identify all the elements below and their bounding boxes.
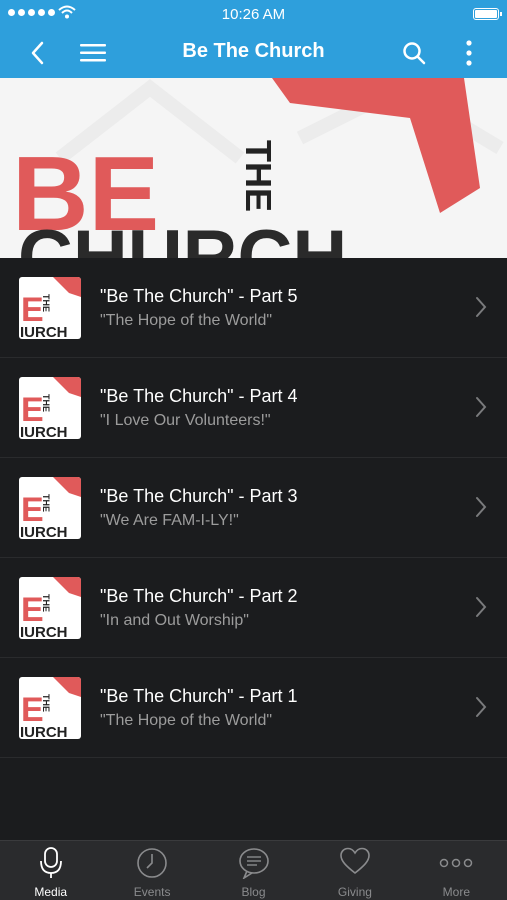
tab-bar: Media Events Blog Giving More <box>0 840 507 900</box>
chevron-right-icon <box>476 497 487 517</box>
chevron-right-icon <box>476 697 487 717</box>
microphone-icon <box>39 847 62 878</box>
tab-label: Blog <box>241 885 266 899</box>
svg-text:IURCH: IURCH <box>20 424 68 439</box>
more-options-button[interactable] <box>454 38 484 68</box>
item-title: "Be The Church" - Part 4 <box>100 386 298 406</box>
chevron-right-icon <box>476 597 487 617</box>
item-title: "Be The Church" - Part 3 <box>100 486 298 506</box>
item-title: "Be The Church" - Part 2 <box>100 586 298 606</box>
svg-text:THE: THE <box>41 294 51 312</box>
item-title: "Be The Church" - Part 5 <box>100 286 298 306</box>
battery-icon <box>473 8 502 20</box>
tab-label: Giving <box>337 885 372 899</box>
tab-more[interactable]: More <box>406 841 507 900</box>
tab-label: More <box>442 885 470 899</box>
tab-giving[interactable]: Giving <box>304 841 405 900</box>
page-title: Be The Church <box>182 40 325 62</box>
vertical-ellipsis-icon <box>466 40 472 66</box>
search-button[interactable] <box>399 38 429 68</box>
nav-bar: Be The Church <box>0 28 507 78</box>
sermon-list: E THE IURCH "Be The Church" - Part 5 "Th… <box>0 258 507 758</box>
thumbnail: E THE IURCH <box>19 677 81 739</box>
item-subtitle: "We Are FAM-I-LY!" <box>100 512 239 529</box>
tab-blog[interactable]: Blog <box>203 841 304 900</box>
series-banner: BE THE CHURCH <box>0 78 507 258</box>
thumbnail: E THE IURCH <box>19 377 81 439</box>
chevron-right-icon <box>476 297 487 317</box>
heart-icon <box>340 847 370 875</box>
tab-label: Media <box>34 885 68 899</box>
svg-text:THE: THE <box>41 494 51 512</box>
item-subtitle: "In and Out Worship" <box>100 612 249 629</box>
tab-media[interactable]: Media <box>0 841 101 900</box>
status-bar: 10:26 AM <box>0 0 507 28</box>
list-item[interactable]: E THE IURCH "Be The Church" - Part 1 "Th… <box>0 658 507 758</box>
svg-text:THE: THE <box>41 394 51 412</box>
clock-icon <box>137 848 167 878</box>
thumbnail: E THE IURCH <box>19 277 81 339</box>
chat-bubble-icon <box>238 848 269 879</box>
series-artwork: BE THE CHURCH <box>0 78 507 258</box>
item-title: "Be The Church" - Part 1 <box>100 686 298 706</box>
list-item[interactable]: E THE IURCH "Be The Church" - Part 2 "In… <box>0 558 507 658</box>
svg-text:IURCH: IURCH <box>20 524 68 539</box>
hero-church-text: CHURCH <box>18 215 347 258</box>
search-icon <box>403 42 426 65</box>
svg-text:THE: THE <box>41 694 51 712</box>
more-dots-icon <box>440 858 473 868</box>
item-subtitle: "The Hope of the World" <box>100 712 273 729</box>
list-item[interactable]: E THE IURCH "Be The Church" - Part 4 "I … <box>0 358 507 458</box>
hero-the-text: THE <box>238 140 279 212</box>
tab-events[interactable]: Events <box>101 841 202 900</box>
item-subtitle: "I Love Our Volunteers!" <box>100 412 271 429</box>
list-item[interactable]: E THE IURCH "Be The Church" - Part 3 "We… <box>0 458 507 558</box>
chevron-right-icon <box>476 397 487 417</box>
svg-text:IURCH: IURCH <box>20 624 68 639</box>
status-time: 10:26 AM <box>221 6 286 23</box>
thumbnail: E THE IURCH <box>19 577 81 639</box>
svg-text:IURCH: IURCH <box>20 724 68 739</box>
svg-text:THE: THE <box>41 594 51 612</box>
item-subtitle: "The Hope of the World" <box>100 312 273 329</box>
list-item[interactable]: E THE IURCH "Be The Church" - Part 5 "Th… <box>0 258 507 358</box>
thumbnail: E THE IURCH <box>19 477 81 539</box>
tab-label: Events <box>133 885 171 899</box>
svg-text:IURCH: IURCH <box>20 324 68 339</box>
